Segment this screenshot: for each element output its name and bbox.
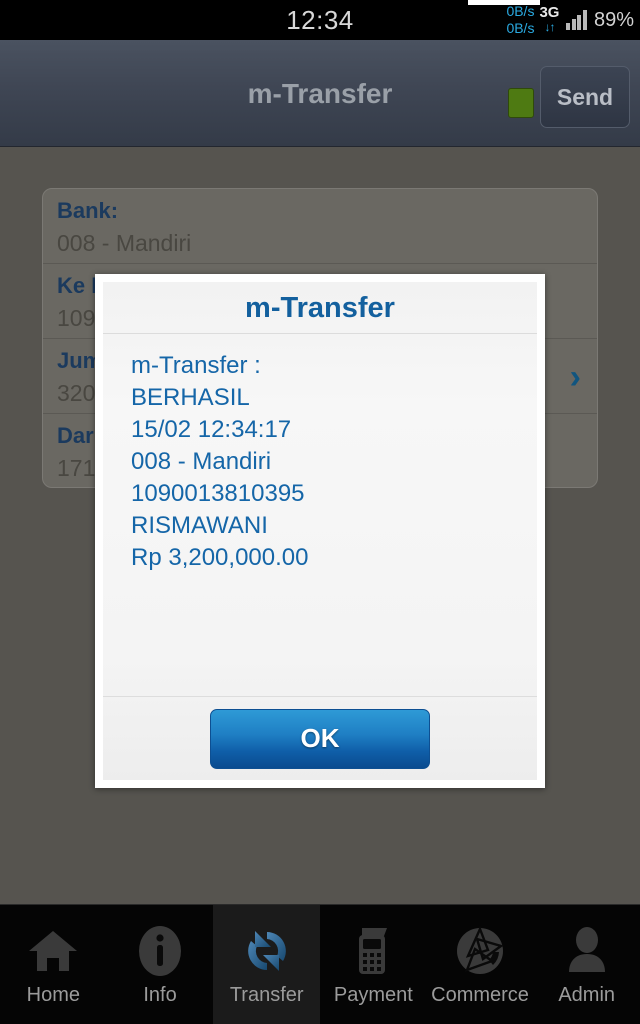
battery-percentage: 89%: [593, 8, 634, 31]
network-rate-indicator: 0B/s 0B/s: [506, 3, 534, 37]
phone-screen: 12:34 0B/s 0B/s 3G ↓↑ 89% m-Transfer Sen…: [0, 0, 640, 1024]
network-up-rate: 0B/s: [506, 20, 535, 36]
nav-item-commerce[interactable]: Commerce: [427, 905, 534, 1024]
network-type-label: 3G: [539, 4, 560, 21]
form-value: 008 - Mandiri: [57, 230, 192, 256]
person-icon: [564, 924, 610, 978]
ok-button[interactable]: OK: [210, 708, 430, 769]
chevron-right-icon[interactable]: ›: [570, 360, 581, 394]
nav-item-transfer[interactable]: Transfer: [213, 905, 321, 1024]
dialog-line-status: BERHASIL: [131, 384, 250, 411]
dialog-line-recipient: RISMAWANI: [131, 512, 268, 539]
nav-label: Transfer: [229, 983, 304, 1006]
dialog-line-amount: Rp 3,200,000.00: [131, 544, 309, 571]
signal-strength-icon: [566, 10, 587, 30]
form-row-bank[interactable]: Bank: 008 - Mandiri: [43, 189, 597, 264]
status-bar: 12:34 0B/s 0B/s 3G ↓↑ 89%: [0, 0, 640, 40]
dialog-line: m-Transfer :: [131, 352, 261, 379]
nav-label: Payment: [333, 983, 413, 1006]
data-transfer-arrows-icon: ↓↑: [544, 20, 555, 34]
dialog-panel: m-Transfer m-Transfer : BERHASIL 15/02 1…: [103, 282, 537, 780]
form-label: Bank:: [57, 198, 119, 223]
dialog-body: m-Transfer : BERHASIL 15/02 12:34:17 008…: [103, 334, 537, 696]
nav-label: Admin: [558, 983, 616, 1006]
dialog-footer: OK: [103, 696, 537, 780]
nav-item-admin[interactable]: Admin: [533, 905, 640, 1024]
dialog-title: m-Transfer: [103, 282, 537, 334]
nav-label: Home: [26, 983, 81, 1006]
app-header: m-Transfer Send: [0, 40, 640, 147]
nav-label: Info: [143, 983, 177, 1006]
payment-terminal-icon: [351, 924, 395, 978]
nav-label: Commerce: [431, 983, 529, 1006]
transfer-result-dialog: m-Transfer m-Transfer : BERHASIL 15/02 1…: [95, 274, 545, 788]
home-icon: [27, 924, 79, 978]
dialog-line-account: 1090013810395: [131, 480, 305, 507]
nav-item-payment[interactable]: Payment: [320, 905, 427, 1024]
connection-status-indicator: [508, 88, 534, 118]
dialog-line-bank: 008 - Mandiri: [131, 448, 272, 475]
nav-item-home[interactable]: Home: [0, 905, 107, 1024]
send-button[interactable]: Send: [540, 66, 630, 128]
nav-item-info[interactable]: Info: [107, 905, 214, 1024]
dialog-line-timestamp: 15/02 12:34:17: [131, 416, 292, 443]
transfer-icon: [241, 924, 293, 978]
network-type-indicator: 3G ↓↑: [539, 5, 559, 35]
network-down-rate: 0B/s: [506, 3, 535, 19]
aperture-icon: [455, 924, 505, 978]
bottom-navigation: Home Info Transfer Payment Commerce Admi…: [0, 904, 640, 1024]
info-icon: [137, 924, 183, 978]
status-icons: 0B/s 0B/s 3G ↓↑ 89%: [506, 2, 634, 38]
